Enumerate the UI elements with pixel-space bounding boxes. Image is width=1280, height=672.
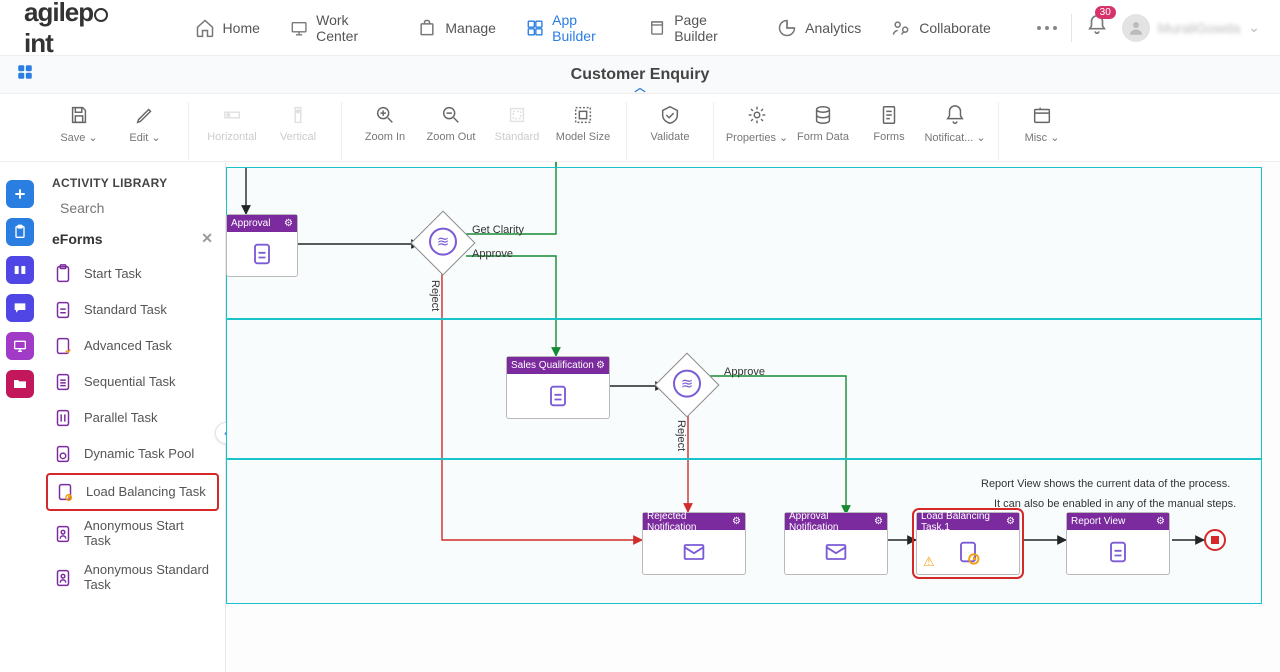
search-input[interactable] bbox=[60, 200, 241, 216]
chevron-down-icon: ⌄ bbox=[1248, 19, 1260, 36]
brand-logo: agilepint bbox=[24, 0, 135, 59]
library-title: ACTIVITY LIBRARY bbox=[40, 162, 225, 200]
toolbar-vertical: Vertical bbox=[265, 102, 331, 160]
nav-analytics[interactable]: Analytics bbox=[777, 18, 861, 38]
edge-reject: Reject bbox=[429, 280, 441, 311]
activity-list: Start Task Standard Task Advanced Task S… bbox=[40, 251, 225, 605]
toolbar-zoom-in[interactable]: Zoom In bbox=[352, 102, 418, 160]
activity-library-panel: ACTIVITY LIBRARY eForms ✕ Start Task Sta… bbox=[40, 162, 226, 672]
nav-more-icon[interactable] bbox=[1037, 26, 1057, 30]
gear-icon[interactable]: ⚙ bbox=[874, 516, 883, 527]
toolbar-properties[interactable]: Properties ⌄ bbox=[724, 102, 790, 160]
canvas-note-1: Report View shows the current data of th… bbox=[981, 478, 1230, 490]
lane-2 bbox=[226, 319, 1262, 459]
gear-icon[interactable]: ⚙ bbox=[1156, 516, 1165, 527]
activity-sequential-task[interactable]: Sequential Task bbox=[46, 365, 219, 399]
rail-monitor-icon[interactable] bbox=[6, 332, 34, 360]
toolbar-zoom-out[interactable]: Zoom Out bbox=[418, 102, 484, 160]
activity-anonymous-standard-task[interactable]: Anonymous Standard Task bbox=[46, 557, 219, 599]
node-sales-qualification[interactable]: Sales Qualification⚙ bbox=[506, 356, 610, 419]
activity-start-task[interactable]: Start Task bbox=[46, 257, 219, 291]
close-icon[interactable]: ✕ bbox=[201, 230, 213, 247]
rail-clipboard-icon[interactable] bbox=[6, 218, 34, 246]
activity-anonymous-start-task[interactable]: Anonymous Start Task bbox=[46, 513, 219, 555]
node-report-view[interactable]: Report View⚙ bbox=[1066, 512, 1170, 575]
nav-manage[interactable]: Manage bbox=[417, 18, 496, 38]
apps-grid-icon[interactable] bbox=[16, 63, 34, 86]
user-menu[interactable]: MuraliGowda ⌄ bbox=[1122, 14, 1260, 42]
activity-dynamic-task-pool[interactable]: Dynamic Task Pool bbox=[46, 437, 219, 471]
node-rejected-notification[interactable]: Rejected Notification⚙ bbox=[642, 512, 746, 575]
activity-parallel-task[interactable]: Parallel Task bbox=[46, 401, 219, 435]
toolbar-horizontal: Horizontal bbox=[199, 102, 265, 160]
gear-icon[interactable]: ⚙ bbox=[284, 218, 293, 229]
edge-reject-2: Reject bbox=[675, 420, 687, 451]
toolbar-save[interactable]: Save ⌄ bbox=[46, 102, 112, 160]
edge-get-clarity: Get Clarity bbox=[472, 224, 524, 236]
toolbar-validate[interactable]: Validate bbox=[637, 102, 703, 160]
end-event[interactable] bbox=[1204, 529, 1226, 551]
rail-chat-icon[interactable] bbox=[6, 294, 34, 322]
expand-chevron-icon[interactable]: ︿ bbox=[635, 79, 646, 95]
rail-add-icon[interactable] bbox=[6, 180, 34, 208]
gear-icon[interactable]: ⚙ bbox=[732, 516, 741, 527]
notification-count-badge: 30 bbox=[1095, 6, 1116, 19]
activity-advanced-task[interactable]: Advanced Task bbox=[46, 329, 219, 363]
toolbar-model-size[interactable]: Model Size bbox=[550, 102, 616, 160]
node-approval[interactable]: Approval⚙ bbox=[226, 214, 298, 277]
node-approval-notification[interactable]: Approval Notification⚙ bbox=[784, 512, 888, 575]
activity-standard-task[interactable]: Standard Task bbox=[46, 293, 219, 327]
nav-app-builder[interactable]: App Builder bbox=[526, 12, 618, 44]
toolbar-notifications[interactable]: Notificat... ⌄ bbox=[922, 102, 988, 160]
designer-toolbar: Save ⌄ Edit ⌄ Horizontal Vertical Zoom I… bbox=[0, 94, 1280, 162]
rail-folder-icon[interactable] bbox=[6, 370, 34, 398]
toolbar-form-data[interactable]: Form Data bbox=[790, 102, 856, 160]
top-nav: Home Work Center Manage App Builder Page… bbox=[195, 12, 1057, 44]
page-title-bar: Customer Enquiry ︿ bbox=[0, 56, 1280, 94]
avatar-icon bbox=[1122, 14, 1150, 42]
toolbar-edit[interactable]: Edit ⌄ bbox=[112, 102, 178, 160]
notification-bell[interactable]: 30 bbox=[1086, 14, 1108, 41]
gear-icon[interactable]: ⚙ bbox=[1006, 516, 1015, 527]
toolbar-standard: Standard bbox=[484, 102, 550, 160]
library-category: eForms bbox=[52, 231, 103, 247]
toolbar-forms[interactable]: Forms bbox=[856, 102, 922, 160]
canvas-note-2: It can also be enabled in any of the man… bbox=[994, 498, 1236, 510]
library-search[interactable] bbox=[40, 200, 225, 224]
toolbar-misc[interactable]: Misc ⌄ bbox=[1009, 102, 1075, 160]
nav-work-center[interactable]: Work Center bbox=[290, 12, 387, 44]
gear-icon[interactable]: ⚙ bbox=[596, 360, 605, 371]
nav-home[interactable]: Home bbox=[195, 18, 260, 38]
nav-collaborate[interactable]: Collaborate bbox=[891, 18, 991, 38]
process-canvas[interactable]: Approval⚙ ≋ Sales Qualification⚙ ≋ Rejec… bbox=[226, 162, 1280, 672]
node-load-balancing-task[interactable]: Load Balancing Task.1⚙ ⚠ bbox=[916, 512, 1020, 575]
rail-form-icon[interactable] bbox=[6, 256, 34, 284]
activity-load-balancing-task[interactable]: Load Balancing Task bbox=[46, 473, 219, 511]
edge-approve: Approve bbox=[472, 248, 513, 260]
edge-approve-2: Approve bbox=[724, 366, 765, 378]
lane-1 bbox=[226, 167, 1262, 319]
left-rail bbox=[0, 162, 40, 672]
warning-icon: ⚠ bbox=[923, 554, 935, 570]
nav-page-builder[interactable]: Page Builder bbox=[648, 12, 747, 44]
